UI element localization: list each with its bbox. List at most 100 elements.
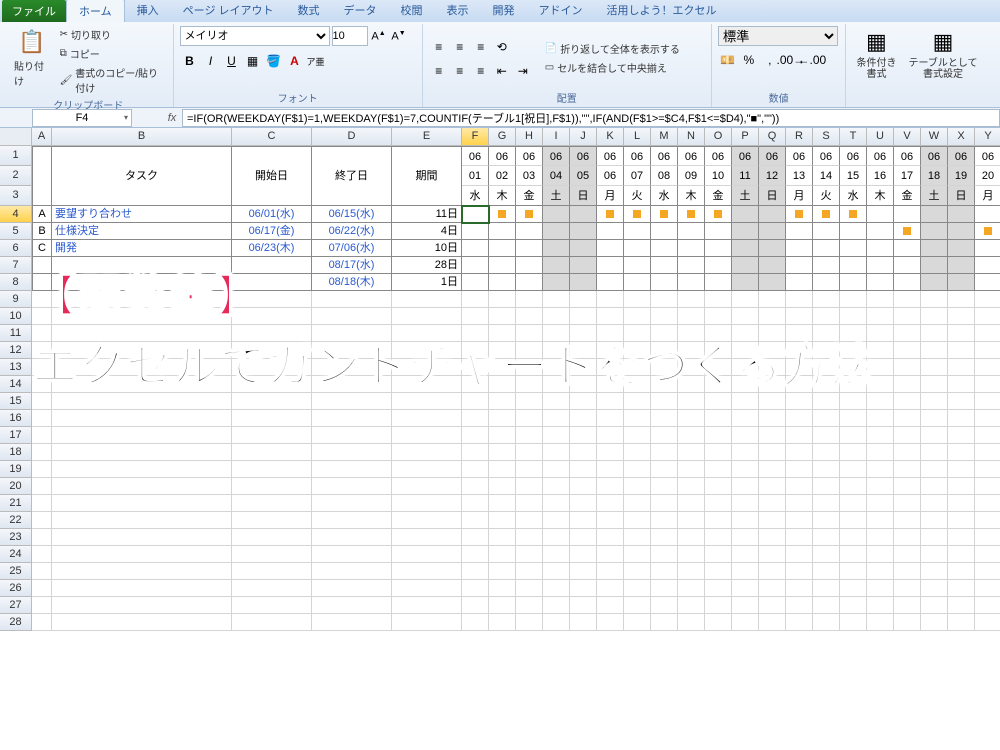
cell-U16[interactable] <box>867 410 894 427</box>
gantt-2-4[interactable] <box>570 240 597 257</box>
cell-B22[interactable] <box>52 512 232 529</box>
currency-button[interactable]: 💴 <box>718 50 738 70</box>
cell-B28[interactable] <box>52 614 232 631</box>
cell-D24[interactable] <box>312 546 392 563</box>
cell-L21[interactable] <box>624 495 651 512</box>
cell-X11[interactable] <box>948 325 975 342</box>
cell-Q26[interactable] <box>759 580 786 597</box>
cell-S27[interactable] <box>813 597 840 614</box>
gantt-2-5[interactable] <box>597 240 624 257</box>
cell-M16[interactable] <box>651 410 678 427</box>
cell-Y13[interactable] <box>975 359 1000 376</box>
cell-Q27[interactable] <box>759 597 786 614</box>
cell-Y17[interactable] <box>975 427 1000 444</box>
cell-O17[interactable] <box>705 427 732 444</box>
cell-Y18[interactable] <box>975 444 1000 461</box>
task-start-0[interactable]: 06/01(水) <box>232 206 312 223</box>
cell-O18[interactable] <box>705 444 732 461</box>
gantt-2-2[interactable] <box>516 240 543 257</box>
date-mm-13[interactable]: 06 <box>813 146 840 166</box>
align-center-button[interactable]: ≡ <box>450 61 470 81</box>
date-dd-10[interactable]: 11 <box>732 166 759 186</box>
cell-I16[interactable] <box>543 410 570 427</box>
gantt-1-10[interactable] <box>732 223 759 240</box>
cell-T23[interactable] <box>840 529 867 546</box>
cell-S26[interactable] <box>813 580 840 597</box>
cell-B18[interactable] <box>52 444 232 461</box>
cell-K20[interactable] <box>597 478 624 495</box>
cell-W11[interactable] <box>921 325 948 342</box>
copy-button[interactable]: ⧉コピー <box>58 45 167 62</box>
task-id-2[interactable]: C <box>32 240 52 257</box>
cell-K17[interactable] <box>597 427 624 444</box>
task-dur-3[interactable]: 28日 <box>392 257 462 274</box>
cell-E17[interactable] <box>392 427 462 444</box>
ribbon-tab-0[interactable]: ホーム <box>66 0 125 22</box>
cell-H16[interactable] <box>516 410 543 427</box>
cell-G26[interactable] <box>489 580 516 597</box>
cell-S17[interactable] <box>813 427 840 444</box>
cell-A21[interactable] <box>32 495 52 512</box>
cell-J18[interactable] <box>570 444 597 461</box>
cell-R26[interactable] <box>786 580 813 597</box>
cell-Q17[interactable] <box>759 427 786 444</box>
cell-W24[interactable] <box>921 546 948 563</box>
cell-B24[interactable] <box>52 546 232 563</box>
cell-Y24[interactable] <box>975 546 1000 563</box>
cell-E19[interactable] <box>392 461 462 478</box>
cell-E23[interactable] <box>392 529 462 546</box>
cell-R27[interactable] <box>786 597 813 614</box>
date-wd-11[interactable]: 日 <box>759 186 786 206</box>
cell-G10[interactable] <box>489 308 516 325</box>
cell-A25[interactable] <box>32 563 52 580</box>
cell-K16[interactable] <box>597 410 624 427</box>
cell-V10[interactable] <box>894 308 921 325</box>
cell-U20[interactable] <box>867 478 894 495</box>
cell-S22[interactable] <box>813 512 840 529</box>
date-dd-2[interactable]: 03 <box>516 166 543 186</box>
cell-D17[interactable] <box>312 427 392 444</box>
cell-K28[interactable] <box>597 614 624 631</box>
column-headers[interactable]: ABCDEFGHIJKLMNOPQRSTUVWXY <box>32 128 1000 146</box>
gantt-4-10[interactable] <box>732 274 759 291</box>
cell-L10[interactable] <box>624 308 651 325</box>
cell-N23[interactable] <box>678 529 705 546</box>
gantt-1-2[interactable] <box>516 223 543 240</box>
gantt-3-15[interactable] <box>867 257 894 274</box>
cell-Q9[interactable] <box>759 291 786 308</box>
gantt-4-1[interactable] <box>489 274 516 291</box>
cell-F25[interactable] <box>462 563 489 580</box>
gantt-2-15[interactable] <box>867 240 894 257</box>
col-header-V[interactable]: V <box>894 128 921 146</box>
cell-E20[interactable] <box>392 478 462 495</box>
cell-V23[interactable] <box>894 529 921 546</box>
cell-K9[interactable] <box>597 291 624 308</box>
ribbon-tab-4[interactable]: データ <box>332 0 389 22</box>
cell-O16[interactable] <box>705 410 732 427</box>
date-dd-9[interactable]: 10 <box>705 166 732 186</box>
cell-Y12[interactable] <box>975 342 1000 359</box>
gantt-1-4[interactable] <box>570 223 597 240</box>
date-dd-12[interactable]: 13 <box>786 166 813 186</box>
phonetic-button[interactable]: ア亜 <box>306 51 326 71</box>
gantt-1-14[interactable] <box>840 223 867 240</box>
date-mm-17[interactable]: 06 <box>921 146 948 166</box>
row-header-20[interactable]: 20 <box>0 478 32 495</box>
col-header-O[interactable]: O <box>705 128 732 146</box>
date-wd-16[interactable]: 金 <box>894 186 921 206</box>
date-mm-5[interactable]: 06 <box>597 146 624 166</box>
row-header-12[interactable]: 12 <box>0 342 32 359</box>
cell-T20[interactable] <box>840 478 867 495</box>
date-wd-2[interactable]: 金 <box>516 186 543 206</box>
dec-decimal-button[interactable]: ←.00 <box>802 50 822 70</box>
row-header-11[interactable]: 11 <box>0 325 32 342</box>
date-dd-6[interactable]: 07 <box>624 166 651 186</box>
row-header-10[interactable]: 10 <box>0 308 32 325</box>
cell-I20[interactable] <box>543 478 570 495</box>
cell-O21[interactable] <box>705 495 732 512</box>
cell-C26[interactable] <box>232 580 312 597</box>
cell-O10[interactable] <box>705 308 732 325</box>
cell-R10[interactable] <box>786 308 813 325</box>
col-header-Y[interactable]: Y <box>975 128 1000 146</box>
cell-W10[interactable] <box>921 308 948 325</box>
